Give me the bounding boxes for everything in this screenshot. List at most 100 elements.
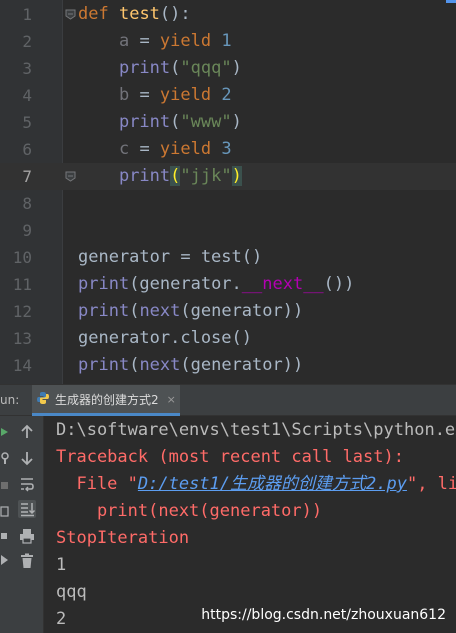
- console-text: 2: [56, 609, 67, 629]
- rerun-icon[interactable]: [0, 424, 10, 438]
- code-text: print("qqq"): [78, 55, 242, 82]
- code-token: print: [78, 274, 130, 294]
- stop-icon[interactable]: [0, 478, 10, 492]
- editor-line[interactable]: 6 c = yield 3: [0, 136, 456, 163]
- file-path-link[interactable]: D:/test1/生成器的创建方式2.py: [138, 474, 407, 494]
- code-token: a: [118, 31, 130, 51]
- console-text: qqq: [56, 582, 87, 602]
- editor-line[interactable]: 3 print("qqq"): [0, 55, 456, 82]
- code-token: generator.close(): [78, 328, 252, 348]
- code-token: print: [78, 355, 130, 375]
- console-line: StopIteration: [56, 525, 189, 552]
- console-line: File "D:/test1/生成器的创建方式2.py", line 14, i…: [56, 471, 456, 498]
- code-token: (: [170, 58, 181, 78]
- pin-icon[interactable]: [0, 552, 10, 566]
- soft-wrap-icon[interactable]: [18, 475, 36, 493]
- code-text: def test():: [78, 1, 191, 28]
- code-token: (: [129, 355, 140, 375]
- code-text: print("www"): [78, 109, 242, 136]
- editor-line[interactable]: 14 print(next(generator)): [0, 352, 456, 379]
- scroll-down-icon[interactable]: [18, 449, 36, 467]
- code-token: print: [118, 112, 171, 132]
- code-token: print: [118, 58, 171, 78]
- code-token: yield: [159, 139, 212, 159]
- code-editor[interactable]: 1 def test(): 2 a = yield 13 print("qqq") 4…: [0, 0, 456, 384]
- editor-line[interactable]: 2 a = yield 1: [0, 28, 456, 55]
- editor-line[interactable]: 4 b = yield 2: [0, 82, 456, 109]
- run-config-tab[interactable]: 生成器的创建方式2 ×: [32, 385, 180, 416]
- run-label: un:: [0, 393, 20, 407]
- wrench-icon[interactable]: [0, 450, 10, 464]
- trash-icon[interactable]: [18, 552, 36, 570]
- line-number: 6: [22, 140, 32, 159]
- fold-marker-icon[interactable]: [65, 9, 76, 20]
- restore-layout-icon[interactable]: [0, 504, 10, 518]
- run-tool-window-header: un: 生成器的创建方式2 ×: [0, 384, 456, 416]
- editor-line[interactable]: 1 def test():: [0, 1, 456, 28]
- editor-line[interactable]: 7 print("jjk"): [0, 163, 456, 190]
- line-number: 11: [12, 275, 32, 294]
- code-token: ): [231, 112, 242, 132]
- line-number: 14: [12, 356, 32, 375]
- editor-line[interactable]: 10 generator = test(): [0, 244, 456, 271]
- code-token: (: [129, 301, 140, 321]
- code-text: b = yield 2: [78, 82, 232, 109]
- line-number: 7: [22, 167, 32, 186]
- run-tab-title: 生成器的创建方式2: [55, 392, 159, 407]
- code-token: =: [129, 31, 160, 51]
- close-tab-icon[interactable]: ×: [167, 393, 176, 406]
- code-token: (: [170, 166, 181, 186]
- line-number: 5: [22, 113, 32, 132]
- python-icon: [36, 390, 50, 409]
- console-text: StopIteration: [56, 528, 190, 548]
- code-token: next: [139, 301, 181, 321]
- console-text: Traceback (most recent call last):: [56, 447, 404, 467]
- code-token: next: [139, 355, 181, 375]
- editor-line[interactable]: 13 generator.close(): [0, 325, 456, 352]
- code-text: generator.close(): [78, 325, 252, 352]
- editor-line[interactable]: 12 print(next(generator)): [0, 298, 456, 325]
- code-token: 1: [221, 31, 232, 51]
- line-number: 10: [12, 248, 32, 267]
- console-line: D:\software\envs\test1\Scripts\python.ex…: [56, 417, 456, 444]
- scroll-up-icon[interactable]: [18, 423, 36, 441]
- editor-line[interactable]: 11 print(generator.__next__()): [0, 271, 456, 298]
- console-text: ", line 14, in <module>: [406, 474, 456, 494]
- line-number: 8: [22, 194, 32, 213]
- editor-line[interactable]: 9: [0, 217, 456, 244]
- fold-marker-icon[interactable]: [65, 171, 76, 182]
- code-token: (generator.: [129, 274, 242, 294]
- editor-line[interactable]: 8: [0, 190, 456, 217]
- line-number: 13: [12, 329, 32, 348]
- code-token: yield: [159, 31, 212, 51]
- code-token: "www": [180, 112, 232, 132]
- code-token: "jjk": [180, 166, 232, 186]
- run-console-output[interactable]: D:\software\envs\test1\Scripts\python.ex…: [44, 416, 456, 633]
- line-number: 2: [22, 32, 32, 51]
- scroll-to-end-icon[interactable]: [18, 500, 36, 518]
- code-token: (generator)): [180, 355, 304, 375]
- console-line: 2: [56, 606, 66, 633]
- code-token: =: [129, 85, 160, 105]
- code-text: generator = test(): [78, 244, 262, 271]
- line-number: 12: [12, 302, 32, 321]
- code-text: print(next(generator)): [78, 352, 303, 379]
- code-token: __next__: [241, 274, 324, 294]
- console-line: 1: [56, 552, 66, 579]
- console-text: 1: [56, 555, 67, 575]
- console-text: print(next(generator)): [56, 501, 323, 521]
- code-token: (: [170, 112, 181, 132]
- code-token: =: [129, 139, 160, 159]
- code-token: ():: [159, 4, 191, 24]
- print-icon[interactable]: [18, 527, 36, 545]
- code-token: b: [118, 85, 130, 105]
- code-token: ): [231, 166, 242, 186]
- settings-icon[interactable]: [0, 528, 10, 542]
- code-token: test: [118, 4, 160, 24]
- editor-line[interactable]: 5 print("www"): [0, 109, 456, 136]
